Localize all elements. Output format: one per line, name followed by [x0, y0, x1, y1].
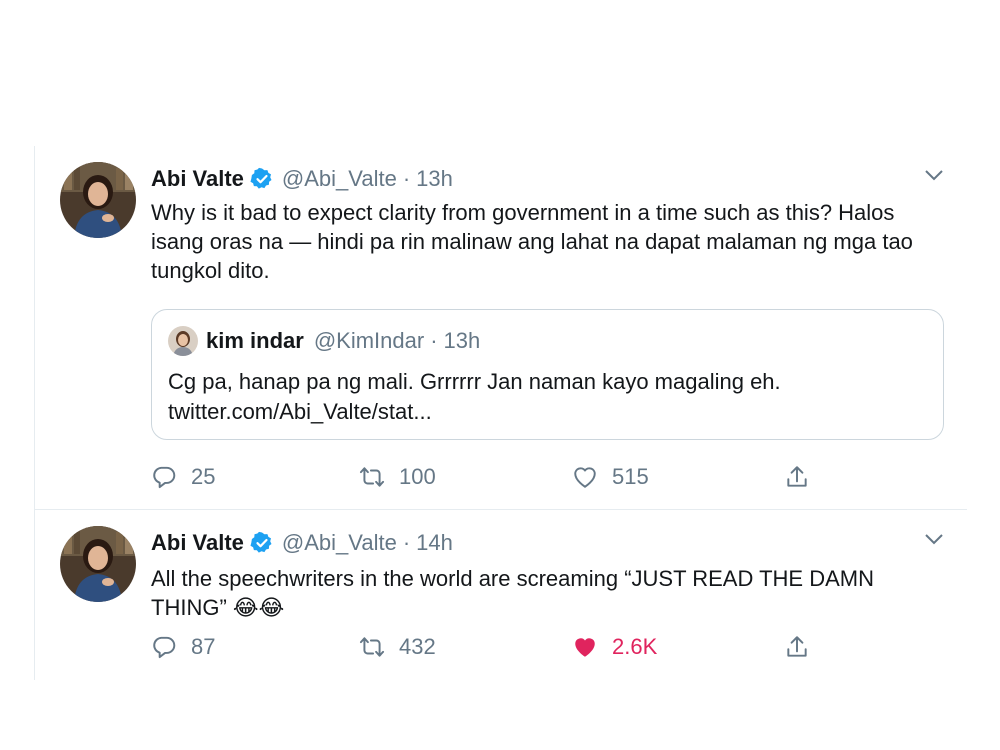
verified-badge-icon [250, 531, 274, 555]
quoted-tweet[interactable]: kim indar @KimIndar · 13h Cg pa, hanap p… [151, 309, 944, 440]
tweet-time[interactable]: 14h [416, 530, 453, 556]
share-icon [787, 466, 807, 487]
author-handle[interactable]: @Abi_Valte [282, 166, 397, 192]
verified-badge-icon [250, 167, 274, 191]
reply-button[interactable]: 87 [151, 634, 215, 660]
reply-count: 87 [191, 634, 216, 659]
tweet-time[interactable]: 13h [416, 166, 453, 192]
quote-header: kim indar @KimIndar · 13h [168, 326, 480, 356]
like-count: 2.6K [612, 634, 658, 659]
quote-time: 13h [443, 328, 481, 353]
tweet[interactable]: Abi Valte @Abi_Valte · 13h Why is it bad… [35, 146, 967, 510]
heart-icon [575, 638, 595, 657]
retweet-count: 100 [399, 464, 436, 489]
quote-author-name[interactable]: kim indar [206, 328, 304, 354]
retweet-count: 432 [399, 634, 436, 659]
reply-count: 25 [191, 464, 216, 489]
tweet-feed: Abi Valte @Abi_Valte · 13h Why is it bad… [34, 146, 967, 680]
tweet-actions: 87 432 2.6K [151, 634, 821, 664]
retweet-button[interactable]: 100 [359, 464, 436, 490]
tweet-text-line: All the speechwriters in the world are s… [151, 566, 874, 591]
like-button[interactable]: 2.6K [572, 634, 657, 660]
separator-dot: · [430, 328, 438, 353]
retweet-icon [359, 467, 385, 487]
reply-icon [153, 466, 176, 489]
separator-dot: · [402, 530, 411, 555]
tweet-text-line: Why is it bad to expect clarity from gov… [151, 200, 895, 225]
avatar[interactable] [60, 526, 136, 602]
chevron-down-icon[interactable] [923, 164, 945, 186]
quote-link[interactable]: twitter.com/Abi_Valte/stat... [168, 397, 928, 427]
like-button[interactable]: 515 [572, 464, 649, 490]
tweet-text-line: isang oras na — hindi pa rin malinaw ang… [151, 229, 913, 254]
tweet-header: Abi Valte @Abi_Valte · 13h [151, 166, 453, 192]
author-name[interactable]: Abi Valte [151, 530, 244, 556]
share-button[interactable] [784, 634, 824, 660]
retweet-button[interactable]: 432 [359, 634, 436, 660]
share-button[interactable] [784, 464, 824, 490]
tweet-text-line: THING” 😂😂 [151, 595, 285, 620]
share-icon [787, 636, 807, 657]
quote-avatar [168, 326, 198, 356]
like-count: 515 [612, 464, 649, 489]
retweet-icon [359, 637, 385, 657]
tweet-header: Abi Valte @Abi_Valte · 14h [151, 530, 453, 556]
avatar[interactable] [60, 162, 136, 238]
reply-button[interactable]: 25 [151, 464, 215, 490]
separator-dot: · [402, 166, 411, 191]
author-handle[interactable]: @Abi_Valte [282, 530, 397, 556]
reply-icon [153, 636, 176, 659]
author-name[interactable]: Abi Valte [151, 166, 244, 192]
quote-text-line: Cg pa, hanap pa ng mali. Grrrrrr Jan nam… [168, 369, 781, 394]
tweet-text: Why is it bad to expect clarity from gov… [151, 198, 941, 285]
quote-author-handle[interactable]: @KimIndar [314, 328, 424, 354]
chevron-down-icon[interactable] [923, 528, 945, 550]
heart-icon [574, 467, 596, 488]
tweet[interactable]: Abi Valte @Abi_Valte · 14h All the speec… [35, 510, 967, 680]
tweet-actions: 25 100 515 [151, 464, 821, 494]
tweet-text: All the speechwriters in the world are s… [151, 564, 941, 622]
quote-text: Cg pa, hanap pa ng mali. Grrrrrr Jan nam… [168, 367, 928, 427]
tweet-text-line: tungkol dito. [151, 258, 270, 283]
